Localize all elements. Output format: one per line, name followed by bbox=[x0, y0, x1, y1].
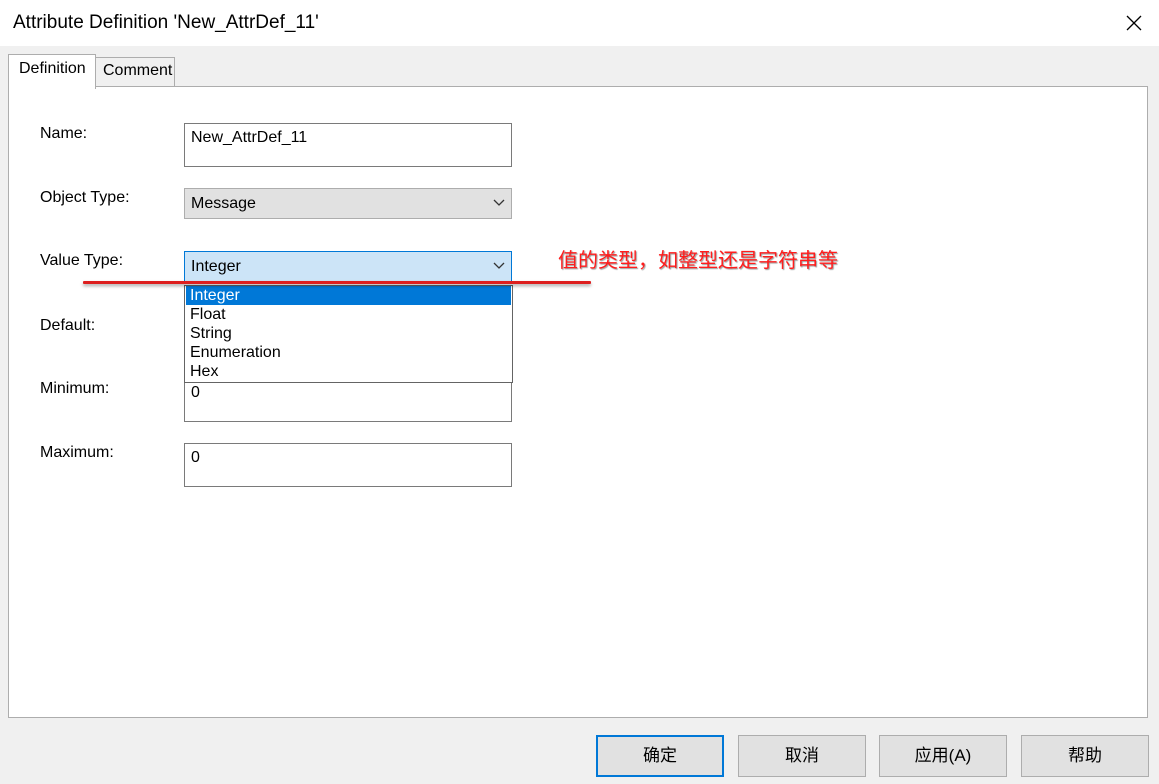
chevron-down-icon bbox=[493, 199, 505, 206]
option-string[interactable]: String bbox=[186, 324, 511, 343]
definition-panel bbox=[8, 86, 1148, 718]
object-type-select[interactable]: Message bbox=[184, 188, 512, 219]
cancel-button[interactable]: 取消 bbox=[738, 735, 866, 777]
object-type-label: Object Type: bbox=[40, 189, 130, 206]
value-type-select[interactable]: Integer bbox=[184, 251, 512, 282]
name-label: Name: bbox=[40, 125, 88, 142]
tab-definition[interactable]: Definition bbox=[8, 54, 96, 89]
window-title: Attribute Definition 'New_AttrDef_11' bbox=[13, 12, 319, 33]
value-type-value: Integer bbox=[191, 258, 241, 275]
option-integer[interactable]: Integer bbox=[186, 286, 511, 305]
close-icon bbox=[1126, 15, 1142, 31]
option-float[interactable]: Float bbox=[186, 305, 511, 324]
minimum-label: Minimum: bbox=[40, 380, 110, 397]
object-type-value: Message bbox=[191, 195, 256, 212]
tab-comment[interactable]: Comment bbox=[96, 57, 175, 86]
value-type-label: Value Type: bbox=[40, 252, 124, 269]
minimum-field[interactable]: 0 bbox=[184, 378, 512, 422]
help-button[interactable]: 帮助 bbox=[1021, 735, 1149, 777]
apply-button[interactable]: 应用(A) bbox=[879, 735, 1007, 777]
default-label: Default: bbox=[40, 317, 96, 334]
option-hex[interactable]: Hex bbox=[186, 362, 511, 381]
value-type-dropdown-list: Integer Float String Enumeration Hex bbox=[184, 285, 513, 383]
close-button[interactable] bbox=[1110, 0, 1158, 46]
name-field[interactable]: New_AttrDef_11 bbox=[184, 123, 512, 167]
title-bar: Attribute Definition 'New_AttrDef_11' bbox=[0, 0, 1159, 46]
ok-button[interactable]: 确定 bbox=[596, 735, 724, 777]
option-enumeration[interactable]: Enumeration bbox=[186, 343, 511, 362]
maximum-label: Maximum: bbox=[40, 444, 114, 461]
annotation-underline bbox=[83, 281, 591, 284]
maximum-field[interactable]: 0 bbox=[184, 443, 512, 487]
annotation-text: 值的类型，如整型还是字符串等 bbox=[558, 250, 838, 272]
chevron-down-icon bbox=[493, 262, 505, 269]
